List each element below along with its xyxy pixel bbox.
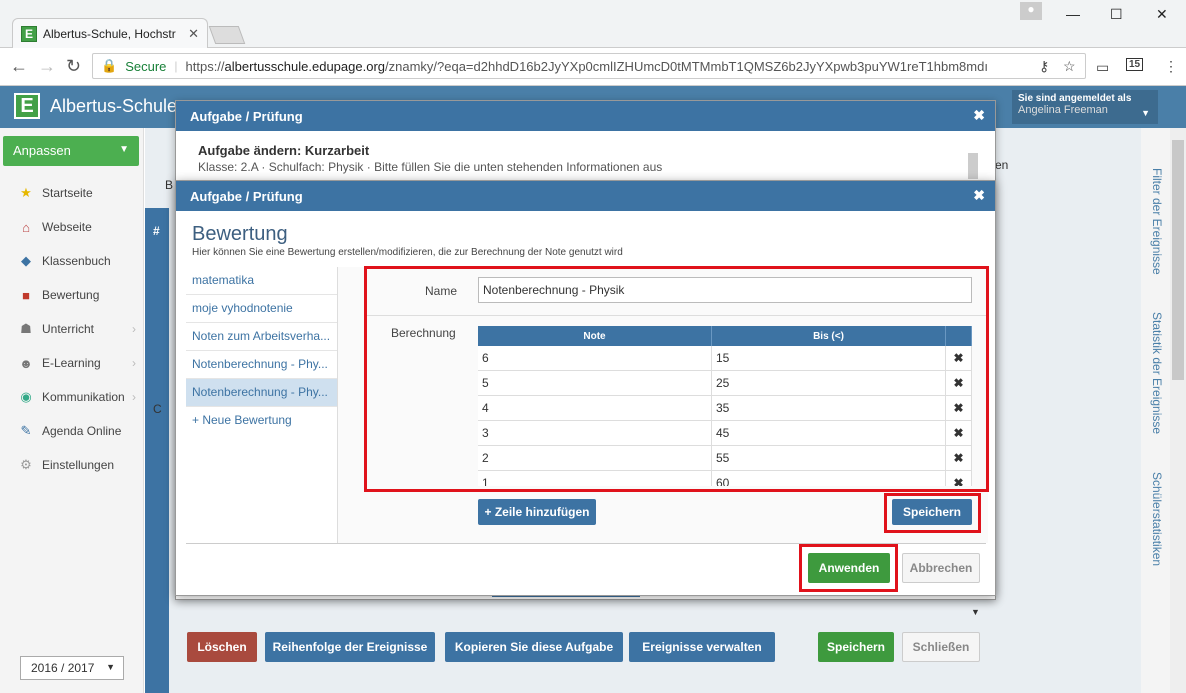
- scroll-down-icon[interactable]: ▼: [971, 607, 980, 617]
- new-tab-button[interactable]: [208, 26, 246, 44]
- tab-title: Albertus-Schule, Hochstr: [43, 26, 176, 41]
- url-text: https://albertusschule.edupage.org/znamk…: [185, 58, 988, 74]
- manage-events-button[interactable]: Ereignisse verwalten: [629, 632, 775, 662]
- back-arrow-icon[interactable]: ←: [10, 56, 28, 77]
- profile-icon[interactable]: ●: [1020, 2, 1042, 20]
- house-icon: ⌂: [22, 219, 30, 235]
- column-en-label: en: [995, 158, 1009, 172]
- edupage-logo[interactable]: E: [14, 93, 40, 119]
- grade-icon: ■: [22, 287, 30, 303]
- book-icon: ◆: [21, 253, 31, 268]
- maximize-icon[interactable]: ☐: [1110, 6, 1123, 23]
- teacher-icon: ☗: [20, 321, 32, 336]
- task-modal-subtitle: Klasse: 2.A · Schulfach: Physik · Bitte …: [198, 160, 663, 174]
- add-row-button[interactable]: + Zeile hinzufügen: [478, 499, 596, 525]
- menu-dots-icon[interactable]: ⋮: [1164, 58, 1178, 75]
- close-icon[interactable]: ✖: [973, 187, 985, 204]
- sidebar-item-einstellungen[interactable]: ⚙ Einstellungen: [0, 450, 144, 480]
- task-modal-footer: Löschen Reihenfolge der Ereignisse Kopie…: [175, 628, 996, 668]
- globe-icon: ◉: [20, 389, 32, 404]
- close-icon[interactable]: ✖: [973, 107, 985, 124]
- browser-tab[interactable]: E Albertus-Schule, Hochstr ✕: [12, 18, 208, 48]
- list-item[interactable]: moje vyhodnotenie: [186, 295, 337, 323]
- task-modal-title: Aufgabe ändern: Kurzarbeit: [198, 143, 370, 158]
- row-letter-label: C: [153, 402, 162, 416]
- sidebar-item-startseite[interactable]: ★ Startseite: [0, 178, 144, 208]
- grading-modal: Aufgabe / Prüfung ✖ Bewertung Hier können…: [175, 180, 996, 596]
- list-item[interactable]: Notenberechnung - Phy...: [186, 351, 337, 379]
- lock-icon: 🔒: [101, 58, 118, 73]
- cast-icon[interactable]: ▭: [1096, 59, 1109, 76]
- highlight-editor-box: [364, 266, 989, 492]
- user-name: Angelina Freeman: [1018, 104, 1108, 116]
- column-hash-label: #: [153, 224, 160, 238]
- new-grading-link[interactable]: + Neue Bewertung: [186, 407, 337, 435]
- sidebar-item-klassenbuch[interactable]: ◆ Klassenbuch: [0, 246, 144, 276]
- cancel-button[interactable]: Abbrechen: [902, 553, 980, 583]
- elearning-icon: ☻: [19, 355, 33, 371]
- key-icon[interactable]: ⚷: [1039, 58, 1049, 75]
- address-bar-row: ← → ↻ 🔒 Secure | https://albertusschule.…: [0, 48, 1186, 86]
- star-icon: ★: [20, 185, 32, 200]
- chevron-down-icon: ▼: [1141, 108, 1150, 118]
- close-window-icon[interactable]: ✕: [1156, 6, 1168, 23]
- grading-description: Hier können Sie eine Bewertung erstellen…: [192, 247, 623, 258]
- list-item[interactable]: matematika: [186, 267, 337, 295]
- minimize-icon[interactable]: —: [1066, 6, 1080, 22]
- sidebar-item-webseite[interactable]: ⌂ Webseite: [0, 212, 144, 242]
- delete-button[interactable]: Löschen: [187, 632, 257, 662]
- chevron-down-icon: ▼: [119, 144, 129, 155]
- task-modal-header: Aufgabe / Prüfung ✖: [176, 101, 995, 131]
- modal-scrollbar[interactable]: [968, 153, 978, 179]
- save-grading-button[interactable]: Speichern: [892, 499, 972, 525]
- event-order-button[interactable]: Reihenfolge der Ereignisse: [265, 632, 435, 662]
- school-year-select[interactable]: 2016 / 2017 ▼: [20, 656, 124, 680]
- close-task-button[interactable]: Schließen: [902, 632, 980, 662]
- sidebar-item-elearning[interactable]: ☻ E-Learning ›: [0, 348, 144, 378]
- chevron-right-icon: ›: [132, 322, 136, 336]
- chevron-down-icon: ▼: [106, 662, 115, 672]
- sidebar-item-kommunikation[interactable]: ◉ Kommunikation ›: [0, 382, 144, 412]
- secure-label: Secure: [125, 58, 167, 74]
- grading-title: Bewertung: [192, 223, 288, 245]
- apply-button[interactable]: Anwenden: [808, 553, 890, 583]
- chevron-right-icon: ›: [132, 390, 136, 404]
- user-label: Sie sind angemeldet als: [1018, 93, 1132, 104]
- url-input[interactable]: 🔒 Secure | https://albertusschule.edupag…: [92, 53, 1086, 79]
- copy-task-button[interactable]: Kopieren Sie diese Aufgabe: [445, 632, 623, 662]
- page-scrollbar[interactable]: [1170, 128, 1186, 693]
- gear-icon: ⚙: [20, 457, 32, 472]
- sidebar-item-agenda[interactable]: ✎ Agenda Online: [0, 416, 144, 446]
- save-task-button[interactable]: Speichern: [818, 632, 894, 662]
- app-title: Albertus-Schule,: [50, 96, 183, 116]
- list-item-selected[interactable]: Notenberechnung - Phy...: [186, 379, 337, 407]
- tab-close-icon[interactable]: ✕: [188, 26, 199, 42]
- chevron-right-icon: ›: [132, 356, 136, 370]
- grading-list: matematika moje vyhodnotenie Noten zum A…: [186, 267, 338, 543]
- filter-events-tab[interactable]: Filter der Ereignisse: [1150, 168, 1164, 275]
- user-menu[interactable]: Sie sind angemeldet als Angelina Freeman…: [1012, 90, 1158, 124]
- student-stats-tab[interactable]: Schülerstatistiken: [1150, 472, 1164, 566]
- sidebar-item-unterricht[interactable]: ☗ Unterricht ›: [0, 314, 144, 344]
- edupage-favicon-icon: E: [21, 25, 37, 42]
- browser-tabstrip: E Albertus-Schule, Hochstr ✕ ● — ☐ ✕: [0, 0, 1186, 48]
- list-item[interactable]: Noten zum Arbeitsverha...: [186, 323, 337, 351]
- grading-modal-header: Aufgabe / Prüfung ✖: [176, 181, 995, 211]
- extension-badge[interactable]: 15: [1126, 58, 1144, 71]
- column-b-label: B: [165, 178, 174, 192]
- pen-icon: ✎: [20, 423, 32, 438]
- event-stats-tab[interactable]: Statistik der Ereignisse: [1150, 312, 1164, 434]
- sidebar-item-bewertung[interactable]: ■ Bewertung: [0, 280, 144, 310]
- forward-arrow-icon[interactable]: →: [38, 56, 56, 77]
- customize-button[interactable]: Anpassen ▼: [3, 136, 139, 166]
- bookmark-star-icon[interactable]: ☆: [1063, 58, 1076, 75]
- sidebar: Anpassen ▼ ★ Startseite ⌂ Webseite ◆ Klassen…: [0, 128, 144, 693]
- reload-icon[interactable]: ↻: [66, 56, 81, 77]
